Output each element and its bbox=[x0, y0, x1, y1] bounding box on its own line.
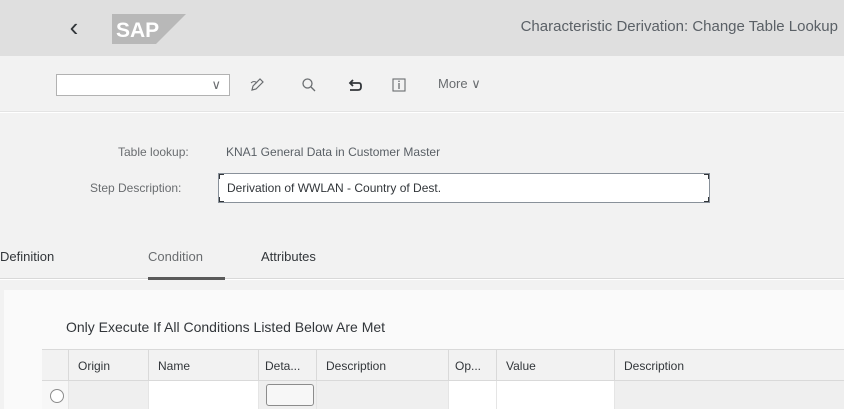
chevron-down-icon: ∨ bbox=[471, 76, 481, 91]
focus-corner-tr bbox=[704, 174, 709, 179]
step-description-value: Derivation of WWLAN - Country of Dest. bbox=[227, 181, 442, 195]
column-header-value[interactable]: Value bbox=[496, 350, 614, 382]
column-header-detail[interactable]: Deta... bbox=[258, 350, 316, 382]
back-icon[interactable]: ‹ bbox=[60, 14, 88, 42]
step-description-field[interactable]: Derivation of WWLAN - Country of Dest. bbox=[218, 173, 710, 203]
cell-name[interactable] bbox=[148, 381, 258, 409]
column-header-value-description[interactable]: Description bbox=[614, 350, 844, 382]
more-label: More bbox=[438, 76, 468, 91]
command-field-select[interactable]: ∨ bbox=[56, 74, 230, 96]
focus-corner-bl bbox=[219, 197, 224, 202]
focus-corner-br bbox=[704, 197, 709, 202]
page-title: Characteristic Derivation: Change Table … bbox=[520, 18, 838, 35]
table-row[interactable] bbox=[42, 381, 844, 409]
chevron-down-icon[interactable]: ∨ bbox=[211, 77, 221, 93]
cell-value[interactable] bbox=[496, 381, 614, 409]
conditions-title: Only Execute If All Conditions Listed Be… bbox=[66, 319, 386, 335]
more-button[interactable]: More ∨ bbox=[438, 76, 481, 92]
cell-value-description bbox=[614, 381, 844, 409]
column-header-origin[interactable]: Origin bbox=[68, 350, 148, 382]
row-selector-radio[interactable] bbox=[50, 389, 64, 403]
find-icon[interactable] bbox=[298, 74, 320, 96]
sap-logo: SAP bbox=[112, 14, 186, 44]
logo-text: SAP bbox=[116, 19, 159, 42]
column-header-name[interactable]: Name bbox=[148, 350, 258, 382]
tab-attributes[interactable]: Attributes bbox=[261, 249, 316, 264]
tab-condition[interactable]: Condition bbox=[148, 249, 203, 264]
step-description-label: Step Description: bbox=[90, 181, 182, 195]
tab-bar: Definition Condition Attributes bbox=[0, 235, 844, 280]
cell-operator[interactable] bbox=[448, 381, 496, 409]
undo-icon[interactable] bbox=[344, 74, 366, 96]
detail-button[interactable] bbox=[266, 384, 314, 406]
table-lookup-label: Table lookup: bbox=[118, 145, 189, 159]
tab-definition[interactable]: Definition bbox=[0, 249, 54, 264]
cell-origin bbox=[68, 381, 148, 409]
table-lookup-value: KNA1 General Data in Customer Master bbox=[226, 145, 441, 159]
focus-corner-tl bbox=[219, 174, 224, 179]
cell-description bbox=[316, 381, 448, 409]
edit-pencil-icon[interactable] bbox=[246, 74, 268, 96]
conditions-table-header: Origin Name Deta... Description Op... Va… bbox=[42, 349, 844, 382]
toolbar: ∨ More ∨ bbox=[0, 56, 844, 112]
column-header-operator[interactable]: Op... bbox=[448, 350, 496, 382]
info-icon[interactable] bbox=[388, 74, 410, 96]
column-header-description[interactable]: Description bbox=[316, 350, 448, 382]
shell-header: ‹ SAP Characteristic Derivation: Change … bbox=[0, 0, 844, 56]
